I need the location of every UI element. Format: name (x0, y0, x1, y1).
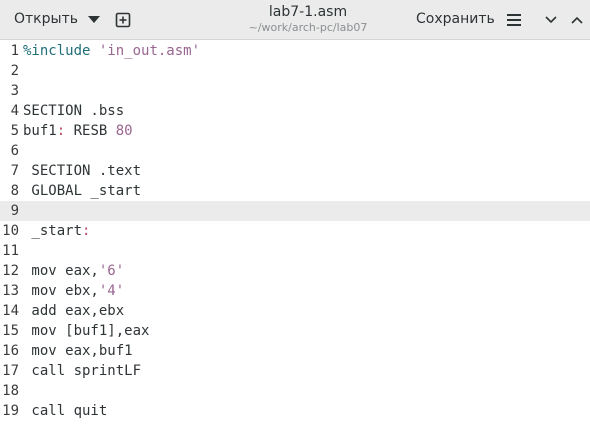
code-line[interactable]: 16 mov eax,buf1 (0, 341, 590, 361)
line-number: 11 (2, 243, 19, 259)
new-tab-button[interactable] (112, 9, 134, 31)
code-token: call quit (23, 403, 108, 419)
code-text: mov eax,'6' (23, 261, 124, 281)
line-number: 12 (2, 263, 19, 279)
code-line[interactable]: 8 GLOBAL _start (0, 181, 590, 201)
file-name: lab7-1.asm (268, 4, 348, 20)
code-text: call sprintLF (23, 361, 141, 381)
code-text: add eax,ebx (23, 301, 124, 321)
code-token: SECTION .bss (23, 103, 125, 119)
save-button-label: Сохранить (416, 11, 495, 27)
line-number: 5 (10, 123, 19, 139)
code-token: buf1 (23, 123, 57, 139)
code-token: : (82, 223, 91, 239)
new-tab-icon (115, 12, 131, 28)
code-line[interactable]: 13 mov ebx,'4' (0, 281, 590, 301)
open-button[interactable]: Открыть (6, 5, 108, 33)
code-text: mov [buf1],eax (23, 321, 149, 341)
code-token: SECTION .text (23, 163, 142, 179)
line-number: 10 (2, 223, 19, 239)
line-number: 1 (10, 43, 19, 59)
line-number: 15 (2, 323, 19, 339)
code-token: mov ebx, (23, 283, 99, 299)
code-line[interactable]: 7 SECTION .text (0, 161, 590, 181)
code-text: mov eax,buf1 (23, 341, 133, 361)
menu-button[interactable] (503, 9, 525, 31)
minimize-button[interactable] (540, 9, 562, 31)
line-number: 19 (2, 403, 19, 419)
code-token: GLOBAL _start (23, 183, 142, 199)
maximize-button[interactable] (566, 9, 588, 31)
line-number: 18 (2, 383, 19, 399)
line-number: 13 (2, 283, 19, 299)
code-token: 80 (115, 123, 133, 139)
line-number: 2 (10, 63, 19, 79)
code-line[interactable]: 10 _start: (0, 221, 590, 241)
line-number: 7 (10, 163, 19, 179)
code-text: GLOBAL _start (23, 181, 141, 201)
code-text: mov ebx,'4' (23, 281, 124, 301)
maximize-icon (571, 16, 583, 24)
code-line[interactable]: 18 (0, 381, 590, 401)
code-token: %include (23, 43, 91, 59)
code-line[interactable]: 19 call quit (0, 401, 590, 421)
code-text: SECTION .bss (23, 101, 124, 121)
code-text: buf1: RESB 80 (23, 121, 133, 141)
file-path: ~/work/arch-pc/lab07 (248, 21, 368, 34)
window-title: lab7-1.asm ~/work/arch-pc/lab07 (218, 3, 398, 35)
code-token: add eax,ebx (23, 303, 125, 319)
code-line[interactable]: 11 (0, 241, 590, 261)
minimize-icon (545, 16, 557, 24)
chevron-down-icon (87, 15, 100, 23)
code-line[interactable]: 15 mov [buf1],eax (0, 321, 590, 341)
code-token: mov eax,buf1 (23, 343, 133, 359)
line-number: 17 (2, 363, 19, 379)
code-token: mov [buf1],eax (23, 323, 150, 339)
code-token: 'in_out.asm' (98, 43, 201, 59)
code-token: '6' (98, 263, 125, 279)
code-line[interactable]: 17 call sprintLF (0, 361, 590, 381)
code-line[interactable]: 2 (0, 61, 590, 81)
code-line[interactable]: 9 (0, 201, 590, 221)
code-token: '4' (98, 283, 125, 299)
line-number: 16 (2, 343, 19, 359)
line-number: 6 (10, 143, 19, 159)
line-number: 4 (10, 103, 19, 119)
code-line[interactable]: 6 (0, 141, 590, 161)
code-token: : (56, 123, 66, 139)
code-text: SECTION .text (23, 161, 141, 181)
hamburger-menu-icon (507, 14, 521, 26)
code-text: call quit (23, 401, 107, 421)
save-button[interactable]: Сохранить (408, 5, 503, 33)
code-line[interactable]: 5 buf1: RESB 80 (0, 121, 590, 141)
code-line[interactable]: 12 mov eax,'6' (0, 261, 590, 281)
code-line[interactable]: 14 add eax,ebx (0, 301, 590, 321)
code-line[interactable]: 1 %include 'in_out.asm' (0, 41, 590, 61)
header-bar: Открыть lab7-1.asm ~/work/arch-pc/lab07 … (0, 0, 590, 40)
line-number: 8 (10, 183, 19, 199)
code-token: RESB (65, 123, 116, 139)
code-token: call sprintLF (23, 363, 142, 379)
open-button-label: Открыть (14, 11, 78, 27)
line-number: 14 (2, 303, 19, 319)
code-token: mov eax, (23, 263, 99, 279)
code-text: _start: (23, 221, 90, 241)
code-text: %include 'in_out.asm' (23, 41, 200, 61)
code-line[interactable]: 3 (0, 81, 590, 101)
code-editor[interactable]: 1 %include 'in_out.asm' 2 3 4 SECTION .bss 5 bu… (0, 41, 590, 431)
line-number: 9 (10, 203, 19, 219)
code-line[interactable]: 4 SECTION .bss (0, 101, 590, 121)
code-token: _start (23, 223, 83, 239)
line-number: 3 (10, 83, 19, 99)
